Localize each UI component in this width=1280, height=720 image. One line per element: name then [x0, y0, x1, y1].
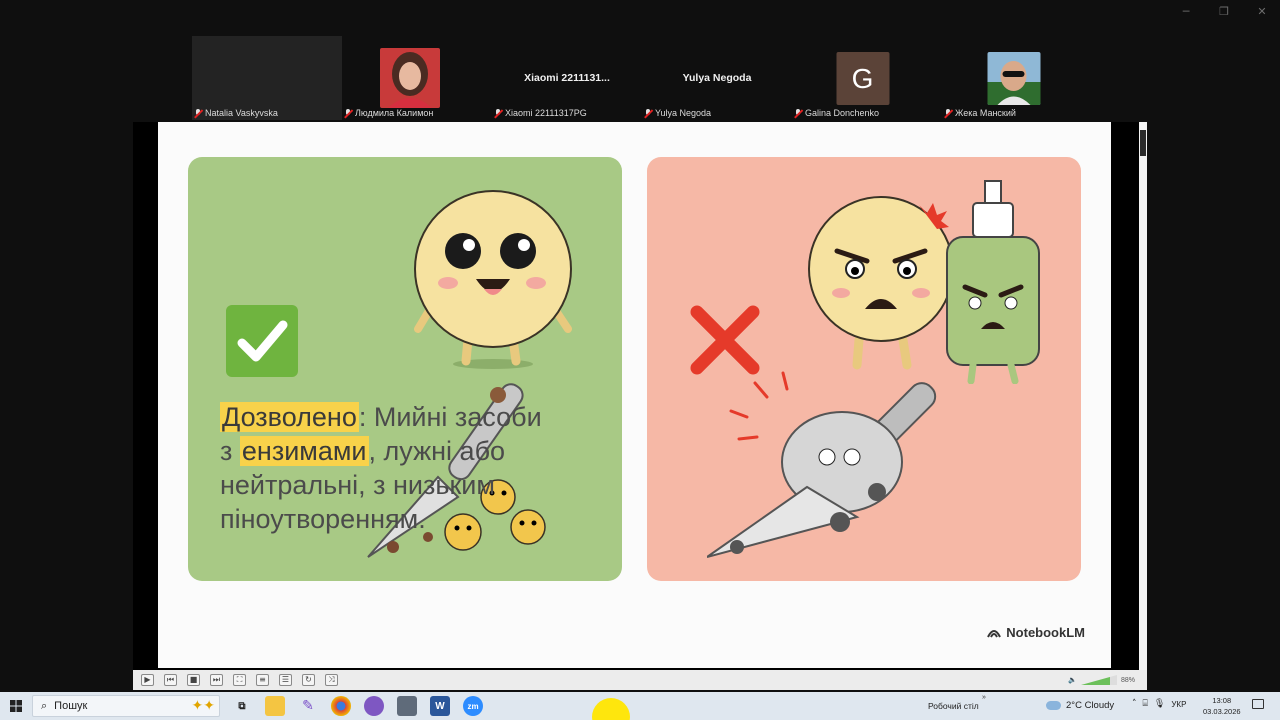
next-icon[interactable]: ⏭ [210, 674, 223, 686]
playlist-icon[interactable]: ☰ [279, 674, 292, 686]
zoom-window: ─ ❐ ✕ Natalia Vaskyvska Людмила Калимон … [0, 0, 1280, 720]
notebooklm-brand: NotebookLM [987, 625, 1085, 640]
notification-icon[interactable] [1252, 699, 1264, 709]
window-controls: ─ ❐ ✕ [1180, 6, 1268, 18]
allowed-panel: Дозволено: Мийні засоби з ензимами, лужн… [188, 157, 622, 581]
participant-tile[interactable]: Natalia Vaskyvska [192, 36, 342, 120]
desktop-label[interactable]: Робочий стіл [928, 701, 979, 711]
close-icon[interactable]: ✕ [1256, 6, 1268, 18]
participant-tile[interactable]: Жека Манский [942, 36, 1092, 120]
mic-muted-icon [794, 108, 802, 118]
loop-icon[interactable]: ↻ [302, 674, 315, 686]
windows-taskbar: ⌕ Пошук ✦✦ ⧉ ✎ W zm Робочий стіл » 2°C C… [0, 692, 1280, 720]
forbidden-panel [647, 157, 1081, 581]
pinned-apps: ⧉ ✎ W zm [232, 696, 483, 716]
settings-icon[interactable]: ≡ [256, 674, 269, 686]
media-player-controls: ▶ ⏮ ■ ⏭ ⛶ ≡ ☰ ↻ ⤨ 🔈 88% [133, 670, 1147, 690]
spray-bottle-illustration [946, 180, 1040, 384]
participant-display-name: Yulya Negoda [682, 72, 752, 84]
participant-display-name: Xiaomi 2211131... [524, 72, 610, 84]
mic-muted-icon [494, 108, 502, 118]
play-icon[interactable]: ▶ [141, 674, 154, 686]
allowed-word: Дозволено [220, 402, 359, 432]
windows-logo-icon [10, 700, 22, 712]
participant-name: Galina Donchenko [794, 108, 879, 118]
system-tray: ˄ ⌸ 🎙 УКР [1132, 699, 1186, 709]
chrome-icon[interactable] [331, 696, 351, 716]
chevron-up-icon[interactable]: ˄ [1132, 699, 1137, 709]
task-view-icon[interactable]: ⧉ [232, 696, 252, 716]
enzymes-word: ензимами [239, 436, 369, 466]
shuffle-icon[interactable]: ⤨ [325, 674, 338, 686]
chevron-right-icon[interactable]: » [982, 694, 986, 701]
participant-photo [987, 52, 1041, 105]
participant-name: Xiaomi 22111317PG [494, 108, 587, 118]
language-indicator[interactable]: УКР [1171, 700, 1186, 709]
fullscreen-icon[interactable]: ⛶ [233, 674, 246, 686]
damaged-brush-illustration [707, 371, 937, 558]
participant-tile[interactable]: Xiaomi 2211131... Xiaomi 22111317PG [492, 36, 642, 120]
participant-name: Жека Манский [944, 108, 1016, 118]
network-icon[interactable]: ⌸ [1143, 699, 1148, 709]
start-button[interactable] [0, 692, 32, 720]
participant-name: Yulya Negoda [644, 108, 711, 118]
volume-slider[interactable] [1080, 675, 1117, 685]
angry-face-illustration [808, 196, 954, 370]
viber-icon[interactable] [364, 696, 384, 716]
pen-app-icon[interactable]: ✎ [298, 696, 318, 716]
file-explorer-icon[interactable] [265, 696, 285, 716]
clock[interactable]: 13:08 03.03.2026 [1203, 695, 1241, 717]
participant-tile[interactable]: Yulya Negoda Yulya Negoda [642, 36, 792, 120]
taskbar-search[interactable]: ⌕ Пошук ✦✦ [32, 695, 220, 717]
stop-icon[interactable]: ■ [187, 674, 200, 686]
mic-muted-icon [944, 108, 952, 118]
participants-strip: Natalia Vaskyvska Людмила Калимон Xiaomi… [192, 36, 1092, 122]
notebooklm-logo-icon [987, 629, 1002, 637]
weather-widget[interactable]: 2°C Cloudy [1046, 700, 1114, 711]
previous-icon[interactable]: ⏮ [164, 674, 177, 686]
minimize-icon[interactable]: ─ [1180, 6, 1192, 18]
happy-face-illustration [414, 190, 572, 369]
cloud-icon [1046, 701, 1061, 710]
participant-photo [379, 48, 440, 108]
vertical-scrollbar[interactable] [1139, 122, 1147, 670]
participant-tile[interactable]: G Galina Donchenko [792, 36, 942, 120]
word-icon[interactable]: W [430, 696, 450, 716]
participant-name: Natalia Vaskyvska [194, 108, 278, 118]
calculator-icon[interactable] [397, 696, 417, 716]
speaker-icon: 🔈 [1068, 676, 1077, 684]
mic-muted-icon [344, 108, 352, 118]
allowed-text: Дозволено: Мийні засоби з ензимами, лужн… [220, 402, 542, 534]
avatar: G [836, 52, 889, 105]
participant-name: Людмила Калимон [344, 108, 433, 118]
zoom-icon[interactable]: zm [463, 696, 483, 716]
participant-tile[interactable]: Людмила Калимон [342, 36, 492, 120]
mic-muted-icon [194, 108, 202, 118]
volume-control[interactable]: 🔈 88% [1068, 675, 1135, 685]
search-icon: ⌕ [41, 699, 48, 712]
mic-muted-icon [644, 108, 652, 118]
presentation-slide: Дозволено: Мийні засоби з ензимами, лужн… [158, 122, 1111, 668]
restore-icon[interactable]: ❐ [1218, 6, 1230, 18]
check-icon [226, 305, 298, 377]
shared-screen: Дозволено: Мийні засоби з ензимами, лужн… [133, 122, 1147, 670]
microphone-icon[interactable]: 🎙 [1154, 699, 1165, 709]
copilot-sparkle-icon[interactable]: ✦✦ [192, 698, 215, 714]
